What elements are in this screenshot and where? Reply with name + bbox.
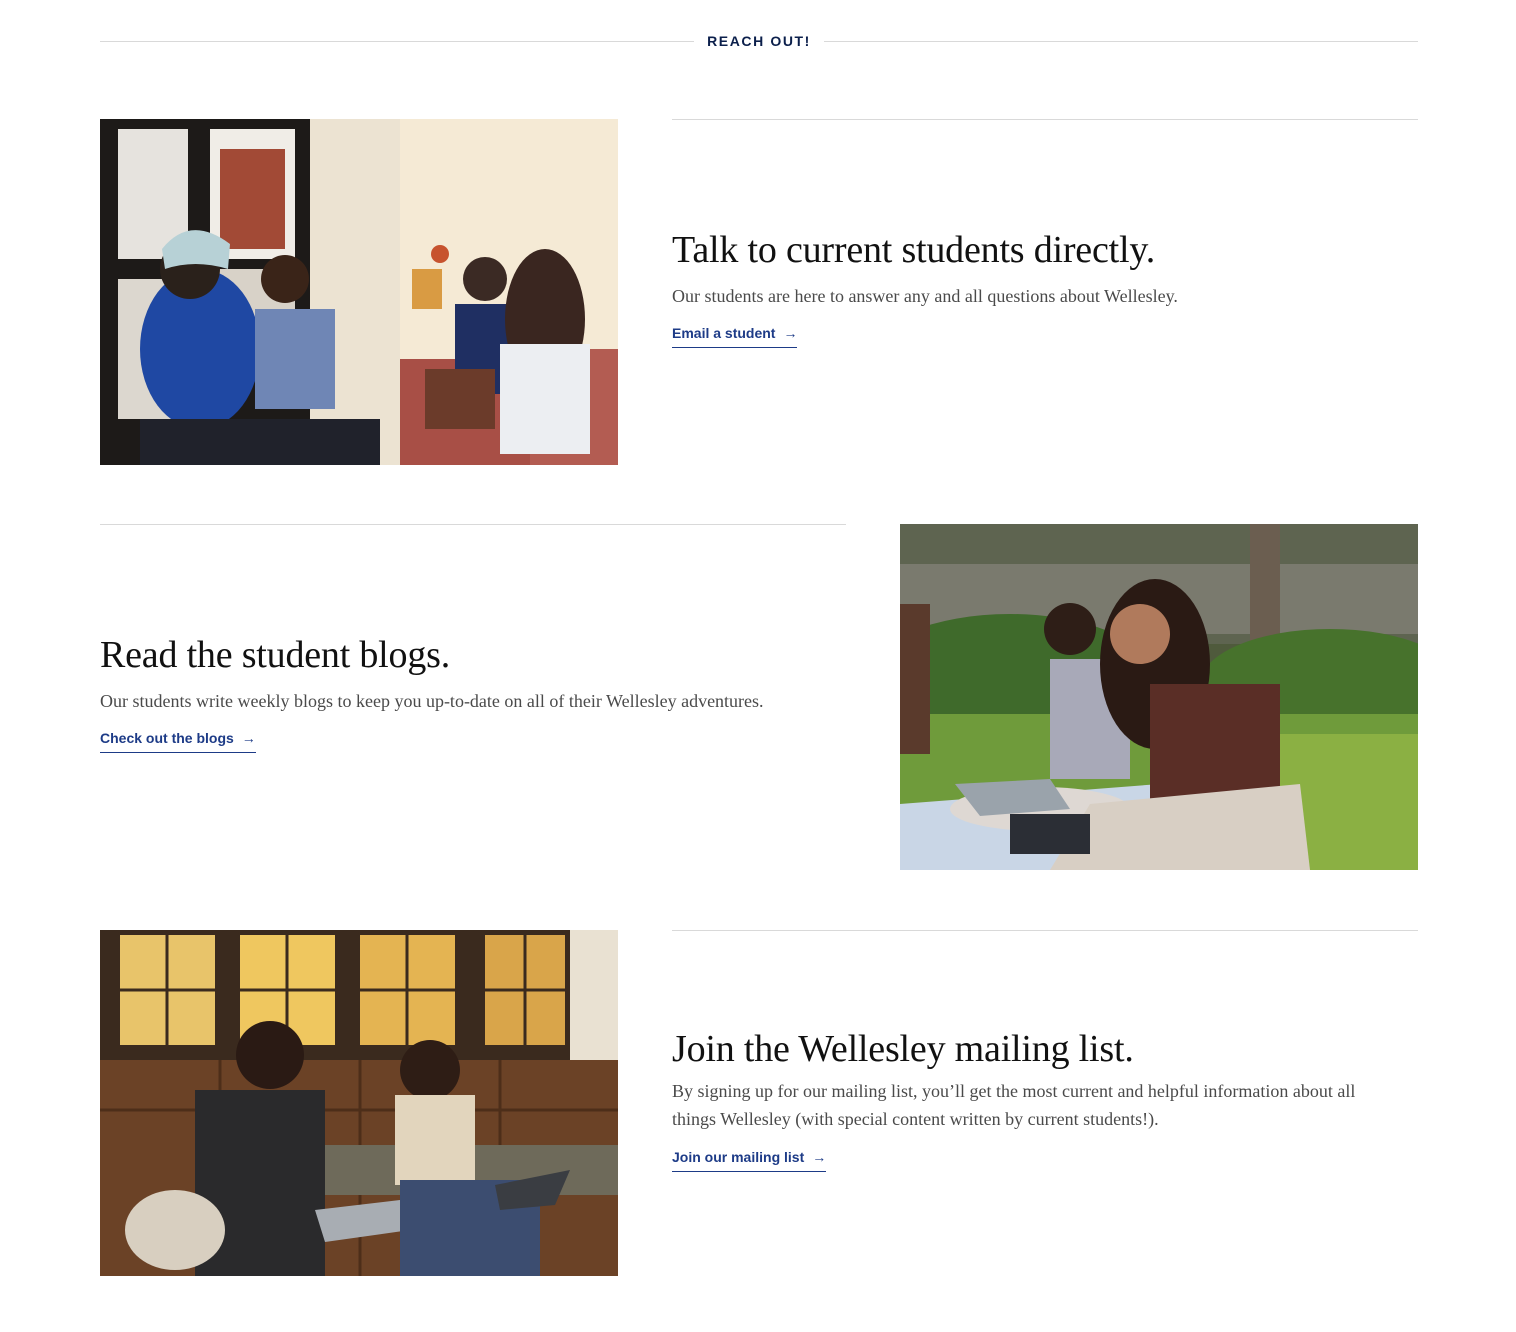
contact-text-mailing: Join the Wellesley mailing list. By sign… bbox=[672, 930, 1418, 1276]
arrow-right-icon: → bbox=[241, 730, 256, 746]
cta-label: Check out the blogs bbox=[100, 730, 234, 746]
contact-row-mailing: Join the Wellesley mailing list. By sign… bbox=[100, 930, 1418, 1276]
contact-text-email: Talk to current students directly. Our s… bbox=[672, 119, 1418, 465]
contact-text-blogs: Read the student blogs. Our students wri… bbox=[100, 524, 846, 870]
photo-students-lounge bbox=[100, 119, 618, 465]
row-description: Our students write weekly blogs to keep … bbox=[100, 691, 764, 711]
divider-right bbox=[823, 40, 1419, 42]
divider-left bbox=[100, 40, 695, 42]
section-label: REACH OUT! bbox=[707, 33, 811, 49]
cta-label: Join our mailing list bbox=[672, 1149, 805, 1165]
email-student-link[interactable]: Email a student → bbox=[672, 325, 798, 348]
contact-row-email: Talk to current students directly. Our s… bbox=[100, 119, 1418, 465]
photo-students-lounge-image bbox=[100, 119, 618, 465]
row-description: By signing up for our mailing list, you’… bbox=[672, 1081, 1356, 1129]
row-heading: Join the Wellesley mailing list. bbox=[672, 1028, 1134, 1070]
photo-students-bench-image bbox=[100, 930, 618, 1276]
cta-label: Email a student bbox=[672, 325, 776, 341]
photo-students-bench bbox=[100, 930, 618, 1276]
row-heading: Talk to current students directly. bbox=[672, 229, 1155, 271]
section-header: REACH OUT! bbox=[100, 28, 1419, 54]
photo-students-lawn-image bbox=[900, 524, 1418, 870]
row-description: Our students are here to answer any and … bbox=[672, 286, 1178, 306]
mailing-list-link[interactable]: Join our mailing list → bbox=[672, 1149, 827, 1172]
arrow-right-icon: → bbox=[783, 325, 798, 341]
student-blogs-link[interactable]: Check out the blogs → bbox=[100, 730, 256, 753]
row-heading: Read the student blogs. bbox=[100, 634, 451, 676]
contact-row-blogs: Read the student blogs. Our students wri… bbox=[100, 524, 1418, 870]
photo-students-lawn bbox=[900, 524, 1418, 870]
reach-out-page: REACH OUT! Talk to current students dire… bbox=[0, 0, 1516, 1332]
arrow-right-icon: → bbox=[812, 1149, 827, 1165]
